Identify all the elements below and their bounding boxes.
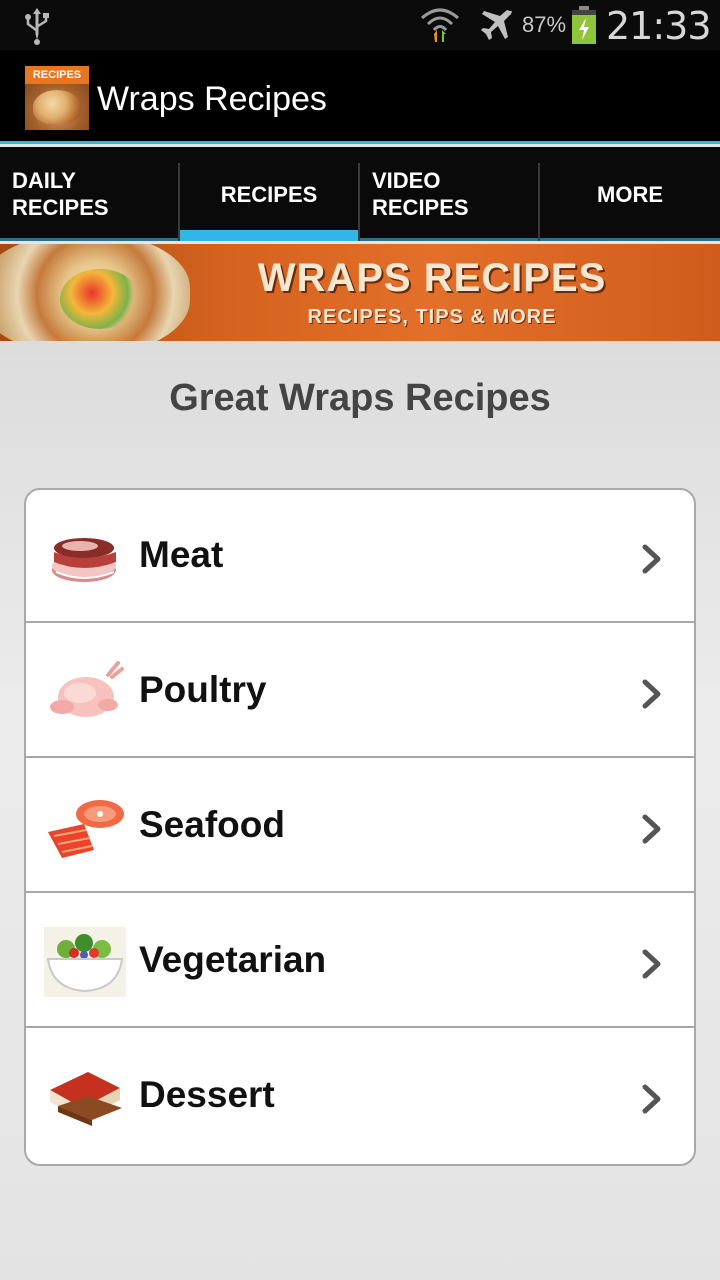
banner-subtitle: RECIPES, TIPS & MORE (307, 306, 557, 328)
tab-recipes[interactable]: RECIPES (180, 147, 358, 241)
chevron-right-icon (642, 679, 661, 709)
page-heading: Great Wraps Recipes (169, 377, 551, 419)
status-clock: 21:33 (606, 4, 712, 48)
chevron-right-icon (642, 544, 661, 574)
category-label: Poultry (139, 669, 267, 710)
category-label: Meat (139, 534, 224, 575)
tab-bar: DAILY RECIPES RECIPES VIDEO RECIPES MORE (0, 147, 720, 241)
status-bar: 87% 21:33 (0, 0, 720, 50)
banner-title: WRAPS RECIPES (257, 256, 607, 300)
app-icon-label: RECIPES (25, 66, 89, 84)
tab-video-recipes[interactable]: VIDEO RECIPES (360, 147, 540, 241)
app-icon[interactable]: RECIPES (25, 66, 89, 130)
category-item-seafood[interactable]: Seafood (26, 760, 694, 893)
category-item-vegetarian[interactable]: Vegetarian (26, 895, 694, 1028)
meat-icon (52, 538, 116, 582)
app-icon-wrap-image (33, 90, 81, 124)
selected-tab-indicator (180, 230, 358, 241)
poultry-icon (50, 661, 124, 717)
main-content: Great Wraps Recipes Meat Poultry Seafood… (0, 341, 720, 1280)
category-label: Dessert (139, 1074, 275, 1115)
dessert-icon (50, 1072, 122, 1126)
category-list: Meat Poultry Seafood Vegetarian Dessert (24, 488, 696, 1166)
tab-label: MORE (597, 181, 663, 207)
app-title: Wraps Recipes (97, 80, 327, 118)
battery-charging-icon (572, 6, 596, 44)
seafood-icon (48, 800, 124, 858)
chevron-right-icon (642, 814, 661, 844)
tab-more[interactable]: MORE (540, 147, 720, 241)
category-label: Vegetarian (139, 939, 327, 980)
category-label: Seafood (139, 804, 285, 845)
wifi-icon (421, 8, 459, 42)
banner[interactable]: WRAPS RECIPES RECIPES, TIPS & MORE (0, 244, 720, 341)
action-bar: RECIPES Wraps Recipes (0, 50, 720, 144)
tab-label: VIDEO RECIPES (372, 168, 469, 220)
category-item-poultry[interactable]: Poultry (26, 625, 694, 758)
battery-percentage: 87% (522, 12, 567, 37)
banner-wrap-filling (60, 269, 140, 329)
usb-icon (25, 8, 49, 45)
chevron-right-icon (642, 1084, 661, 1114)
chevron-right-icon (642, 949, 661, 979)
category-item-dessert[interactable]: Dessert (26, 1030, 694, 1163)
airplane-mode-icon (481, 10, 512, 40)
tab-label: DAILY RECIPES (12, 168, 109, 220)
tab-daily-recipes[interactable]: DAILY RECIPES (0, 147, 180, 241)
tab-label: RECIPES (220, 181, 318, 207)
salad-icon (44, 927, 126, 997)
category-item-meat[interactable]: Meat (26, 490, 694, 623)
